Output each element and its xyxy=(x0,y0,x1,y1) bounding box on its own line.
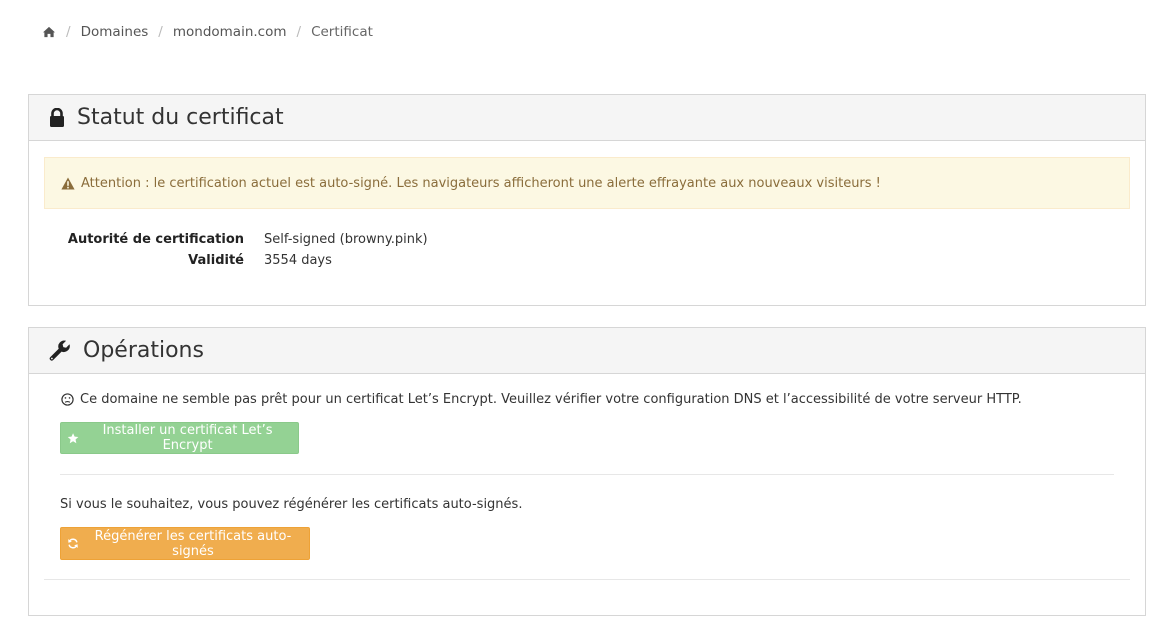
regenerate-info-text: Si vous le souhaitez, vous pouvez régéné… xyxy=(60,497,523,512)
message-text: Ce domaine ne semble pas prêt pour un ce… xyxy=(80,392,1022,407)
star-icon xyxy=(67,432,79,443)
lock-icon xyxy=(50,107,64,127)
frown-icon xyxy=(61,393,74,406)
refresh-icon xyxy=(68,538,78,549)
alert-text: Attention : le certification actuel est … xyxy=(81,175,881,191)
certificate-status-panel: Statut du certificat Attention : le cert… xyxy=(28,94,1146,306)
button-label: Installer un certificat Let’s Encrypt xyxy=(102,423,273,453)
panel-title: Statut du certificat xyxy=(77,105,284,130)
info-row: Autorité de certification Self-signed (b… xyxy=(29,229,1145,250)
regenerate-selfsigned-button[interactable]: Régénérer les certificats auto-signés xyxy=(60,527,310,560)
wrench-icon xyxy=(49,340,70,361)
divider xyxy=(60,474,1114,475)
breadcrumb-domain[interactable]: mondomain.com xyxy=(173,24,287,40)
info-row: Validité 3554 days xyxy=(29,250,1145,271)
operations-panel: Opérations Ce domaine ne semble pas prêt… xyxy=(28,327,1146,616)
certificate-info-list: Autorité de certification Self-signed (b… xyxy=(29,229,1145,271)
breadcrumb-current: Certificat xyxy=(311,24,373,40)
panel-title: Opérations xyxy=(83,338,204,363)
breadcrumb-home[interactable] xyxy=(42,26,56,38)
divider xyxy=(44,579,1130,580)
info-label: Validité xyxy=(188,253,244,268)
info-value: 3554 days xyxy=(264,253,332,268)
letsencrypt-status-message: Ce domaine ne semble pas prêt pour un ce… xyxy=(61,392,1022,407)
breadcrumb-separator: / xyxy=(296,24,302,40)
button-label: Régénérer les certificats auto-signés xyxy=(94,528,292,559)
install-letsencrypt-button[interactable]: Installer un certificat Let’s Encrypt xyxy=(60,422,299,454)
info-value: Self-signed (browny.pink) xyxy=(264,232,428,247)
breadcrumb-domains[interactable]: Domaines xyxy=(81,24,149,40)
panel-heading: Opérations xyxy=(29,328,1145,374)
self-signed-warning-alert: Attention : le certification actuel est … xyxy=(44,157,1130,209)
breadcrumb-separator: / xyxy=(158,24,163,40)
home-icon xyxy=(43,26,55,38)
panel-heading: Statut du certificat xyxy=(29,95,1145,141)
breadcrumb: / Domaines / mondomain.com / Certificat xyxy=(42,22,373,42)
info-label: Autorité de certification xyxy=(67,232,244,247)
warning-icon xyxy=(61,177,75,189)
breadcrumb-separator: / xyxy=(66,24,71,40)
